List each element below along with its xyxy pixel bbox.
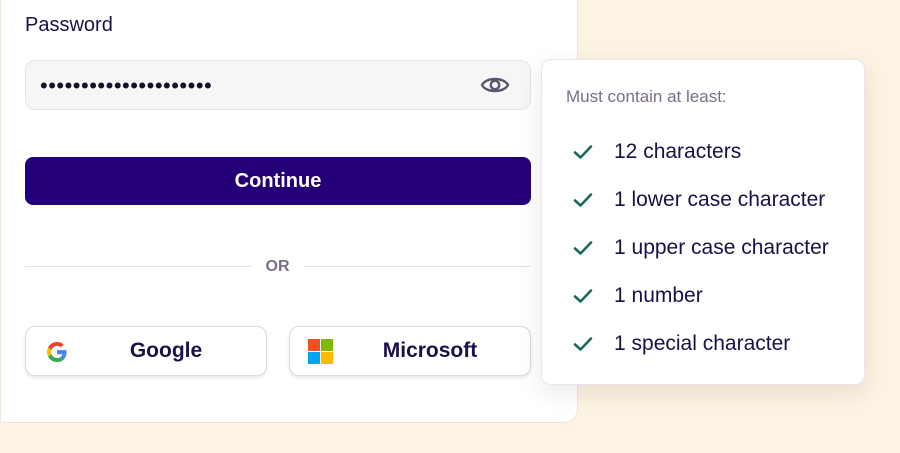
requirement-label: 1 lower case character: [614, 188, 826, 211]
requirement-item: 1 lower case character: [542, 185, 862, 215]
password-label: Password: [25, 14, 113, 36]
check-icon: [573, 289, 593, 303]
requirement-item: 1 number: [542, 281, 862, 311]
requirement-item: 1 upper case character: [542, 233, 862, 263]
microsoft-button[interactable]: Microsoft: [289, 326, 531, 376]
requirements-title: Must contain at least:: [566, 87, 727, 106]
microsoft-label: Microsoft: [382, 339, 478, 362]
check-icon: [573, 241, 593, 255]
check-icon: [573, 145, 593, 159]
divider-line-left: [25, 266, 251, 267]
google-label: Google: [129, 339, 203, 362]
requirement-item: 1 special character: [542, 329, 862, 359]
divider-line-right: [304, 266, 531, 267]
password-requirements-popover: Must contain at least: 12 characters 1 l…: [541, 59, 865, 385]
eye-icon[interactable]: [480, 73, 510, 97]
requirement-label: 1 number: [614, 284, 703, 307]
check-icon: [573, 193, 593, 207]
or-divider: OR: [265, 258, 290, 275]
login-card: Password ••••••••••••••••••••• Continue …: [0, 0, 578, 423]
continue-button[interactable]: Continue: [25, 157, 531, 205]
google-button[interactable]: Google: [25, 326, 267, 376]
requirement-label: 12 characters: [614, 140, 742, 163]
password-value: •••••••••••••••••••••: [40, 73, 213, 98]
requirement-label: 1 upper case character: [614, 236, 829, 259]
requirement-label: 1 special character: [614, 332, 791, 355]
check-icon: [573, 337, 593, 351]
requirement-item: 12 characters: [542, 137, 862, 167]
password-input[interactable]: •••••••••••••••••••••: [25, 60, 531, 110]
